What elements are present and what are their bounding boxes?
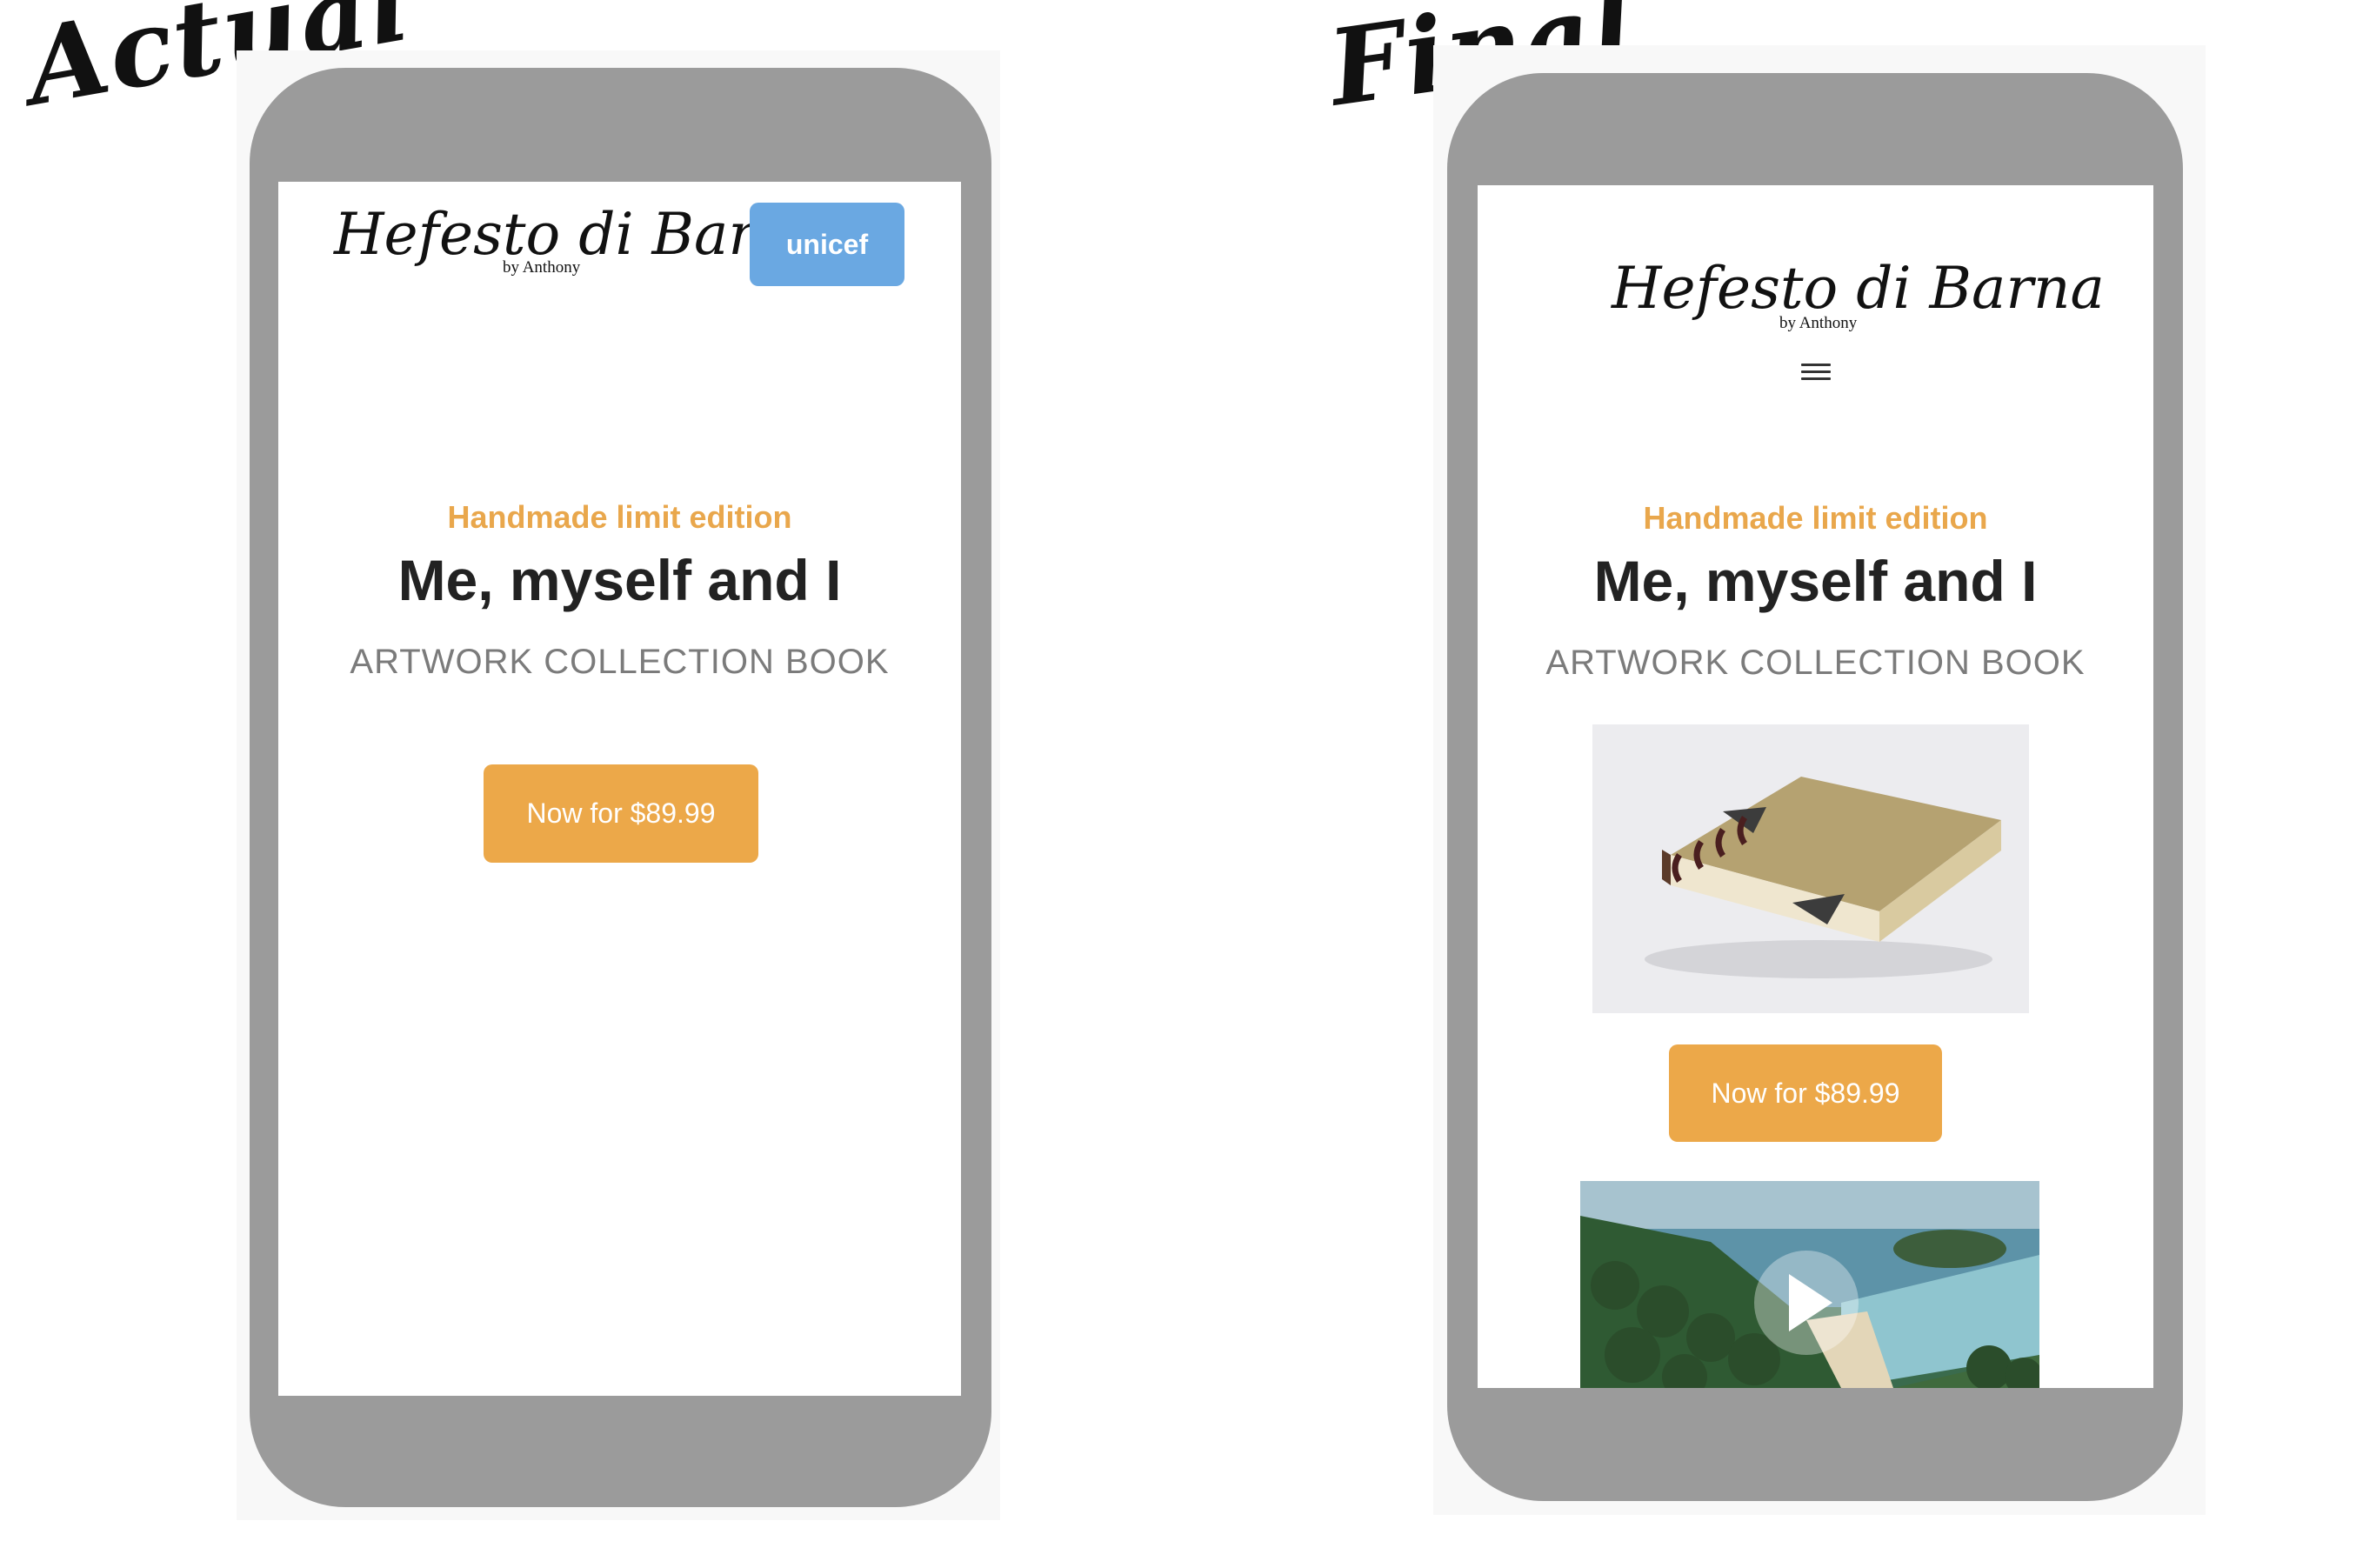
play-icon[interactable] xyxy=(1754,1251,1859,1355)
book-illustration xyxy=(1592,724,2029,1013)
final-buy-button[interactable]: Now for $89.99 xyxy=(1669,1044,1942,1142)
actual-eyebrow: Handmade limit edition xyxy=(447,499,792,535)
final-title: Me, myself and I xyxy=(1593,549,2038,613)
final-eyebrow: Handmade limit edition xyxy=(1643,500,1988,536)
final-logo-subtitle: by Anthony xyxy=(1779,314,1858,332)
actual-title: Me, myself and I xyxy=(397,548,842,612)
actual-screen: Hefesto di Barna by Anthony unicef Handm… xyxy=(278,182,961,1396)
final-logo[interactable]: Hefesto di Barna xyxy=(1612,255,2105,322)
video-player[interactable] xyxy=(1580,1181,2039,1388)
actual-logo-subtitle: by Anthony xyxy=(503,258,581,277)
hamburger-menu-icon[interactable] xyxy=(1801,364,1831,381)
unicef-badge[interactable]: unicef xyxy=(750,203,904,286)
actual-subtitle: ARTWORK COLLECTION BOOK xyxy=(350,643,890,681)
actual-phone-mockup: Hefesto di Barna by Anthony unicef Handm… xyxy=(250,68,991,1507)
book-photo xyxy=(1592,724,2029,1013)
final-phone-mockup: Hefesto di Barna by Anthony Handmade lim… xyxy=(1447,73,2183,1501)
final-subtitle: ARTWORK COLLECTION BOOK xyxy=(1545,644,2086,682)
actual-buy-button[interactable]: Now for $89.99 xyxy=(484,764,758,863)
final-screen: Hefesto di Barna by Anthony Handmade lim… xyxy=(1478,185,2153,1388)
